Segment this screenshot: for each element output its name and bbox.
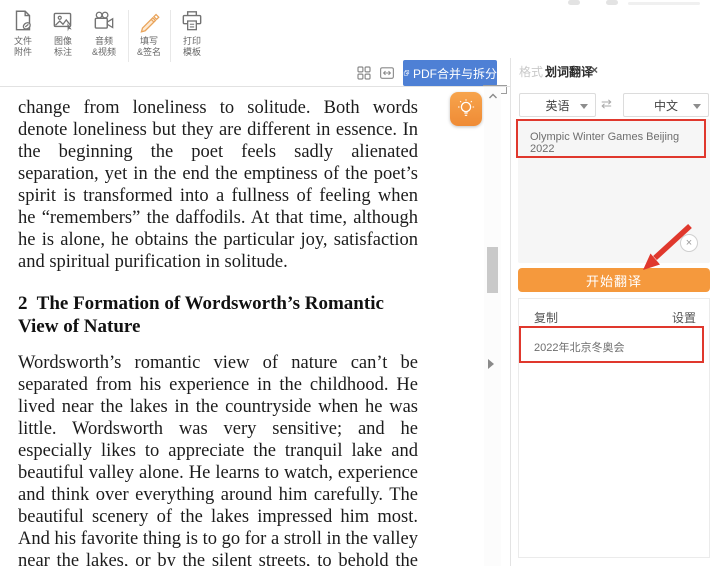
source-language-select[interactable]: 英语 bbox=[519, 93, 596, 117]
chevron-down-icon bbox=[693, 104, 701, 109]
toolbar-item-print-template[interactable]: 打印模板 bbox=[171, 8, 213, 58]
swap-languages-icon[interactable]: ⇄ bbox=[601, 96, 612, 112]
document-scrollbar[interactable] bbox=[484, 87, 501, 566]
clipped-topbar-artifact bbox=[606, 0, 618, 5]
toolbar-label: 填写 bbox=[128, 36, 170, 47]
pdf-merge-split-label: PDF合并与拆分 bbox=[413, 65, 497, 82]
fill-sign-icon bbox=[136, 8, 162, 34]
tab-close-icon[interactable]: × bbox=[591, 63, 598, 77]
toolbar-label: 图像 bbox=[42, 36, 84, 47]
tip-lightbulb-button[interactable] bbox=[450, 92, 482, 126]
app-window: 文件附件 图像标注 音频&视频 bbox=[0, 0, 720, 566]
scroll-up-icon[interactable] bbox=[487, 90, 499, 102]
start-translate-button[interactable]: 开始翻译 bbox=[518, 268, 710, 292]
toolbar-label: 文件 bbox=[2, 36, 44, 47]
panel-collapse-arrow-icon[interactable] bbox=[488, 359, 494, 369]
document-page[interactable]: change from loneliness to solitude. Both… bbox=[0, 87, 484, 566]
translation-result-text: 2022年北京冬奥会 bbox=[534, 339, 624, 355]
target-language-value: 中文 bbox=[654, 97, 678, 114]
grid-view-icon[interactable] bbox=[355, 64, 373, 82]
target-language-select[interactable]: 中文 bbox=[623, 93, 709, 117]
tab-format[interactable]: 格式 bbox=[519, 63, 543, 80]
audio-video-icon bbox=[91, 8, 117, 34]
panel-toggle-icon[interactable] bbox=[378, 64, 396, 82]
document-paragraph-1: change from loneliness to solitude. Both… bbox=[18, 97, 418, 273]
clipped-topbar-artifact bbox=[568, 0, 580, 5]
panel-tabs: 格式 划词翻译 × bbox=[511, 58, 720, 86]
clear-text-button[interactable]: × bbox=[680, 234, 698, 252]
document-heading: 2 The Formation of Wordsworth’s Romantic… bbox=[18, 292, 418, 338]
toolbar-item-file-attachment[interactable]: 文件附件 bbox=[2, 8, 44, 58]
toolbar-label: 音频 bbox=[83, 36, 125, 47]
settings-button[interactable]: 设置 bbox=[672, 309, 696, 326]
tab-translate[interactable]: 划词翻译 bbox=[545, 63, 593, 80]
toolbar-label: 打印 bbox=[171, 36, 213, 47]
translation-result-card: 复制 设置 2022年北京冬奥会 bbox=[518, 298, 710, 558]
document-text: change from loneliness to solitude. Both… bbox=[18, 97, 418, 566]
translate-panel: 格式 划词翻译 × 英语 ⇄ 中文 Olympic Winter Games B… bbox=[510, 58, 720, 566]
clipped-topbar-artifact bbox=[628, 2, 700, 5]
pdf-merge-split-button[interactable]: PDF合并与拆分 bbox=[403, 60, 497, 86]
source-text: Olympic Winter Games Beijing 2022 bbox=[530, 131, 700, 155]
merge-pages-icon bbox=[403, 66, 410, 80]
chevron-down-icon bbox=[580, 104, 588, 109]
scrollbar-thumb[interactable] bbox=[487, 247, 498, 293]
source-language-value: 英语 bbox=[545, 97, 569, 114]
file-attachment-icon bbox=[10, 8, 36, 34]
print-template-icon bbox=[179, 8, 205, 34]
toolbar-item-audio-video[interactable]: 音频&视频 bbox=[83, 8, 125, 58]
toolbar-item-fill-sign[interactable]: 填写&签名 bbox=[128, 8, 170, 58]
image-annotation-icon bbox=[50, 8, 76, 34]
copy-button[interactable]: 复制 bbox=[534, 309, 558, 326]
source-text-area[interactable]: Olympic Winter Games Beijing 2022 × bbox=[518, 119, 710, 263]
toolbar-item-image-annotation[interactable]: 图像标注 bbox=[42, 8, 84, 58]
lightbulb-icon bbox=[455, 97, 477, 121]
document-paragraph-2: Wordsworth’s romantic view of nature can… bbox=[18, 352, 418, 566]
